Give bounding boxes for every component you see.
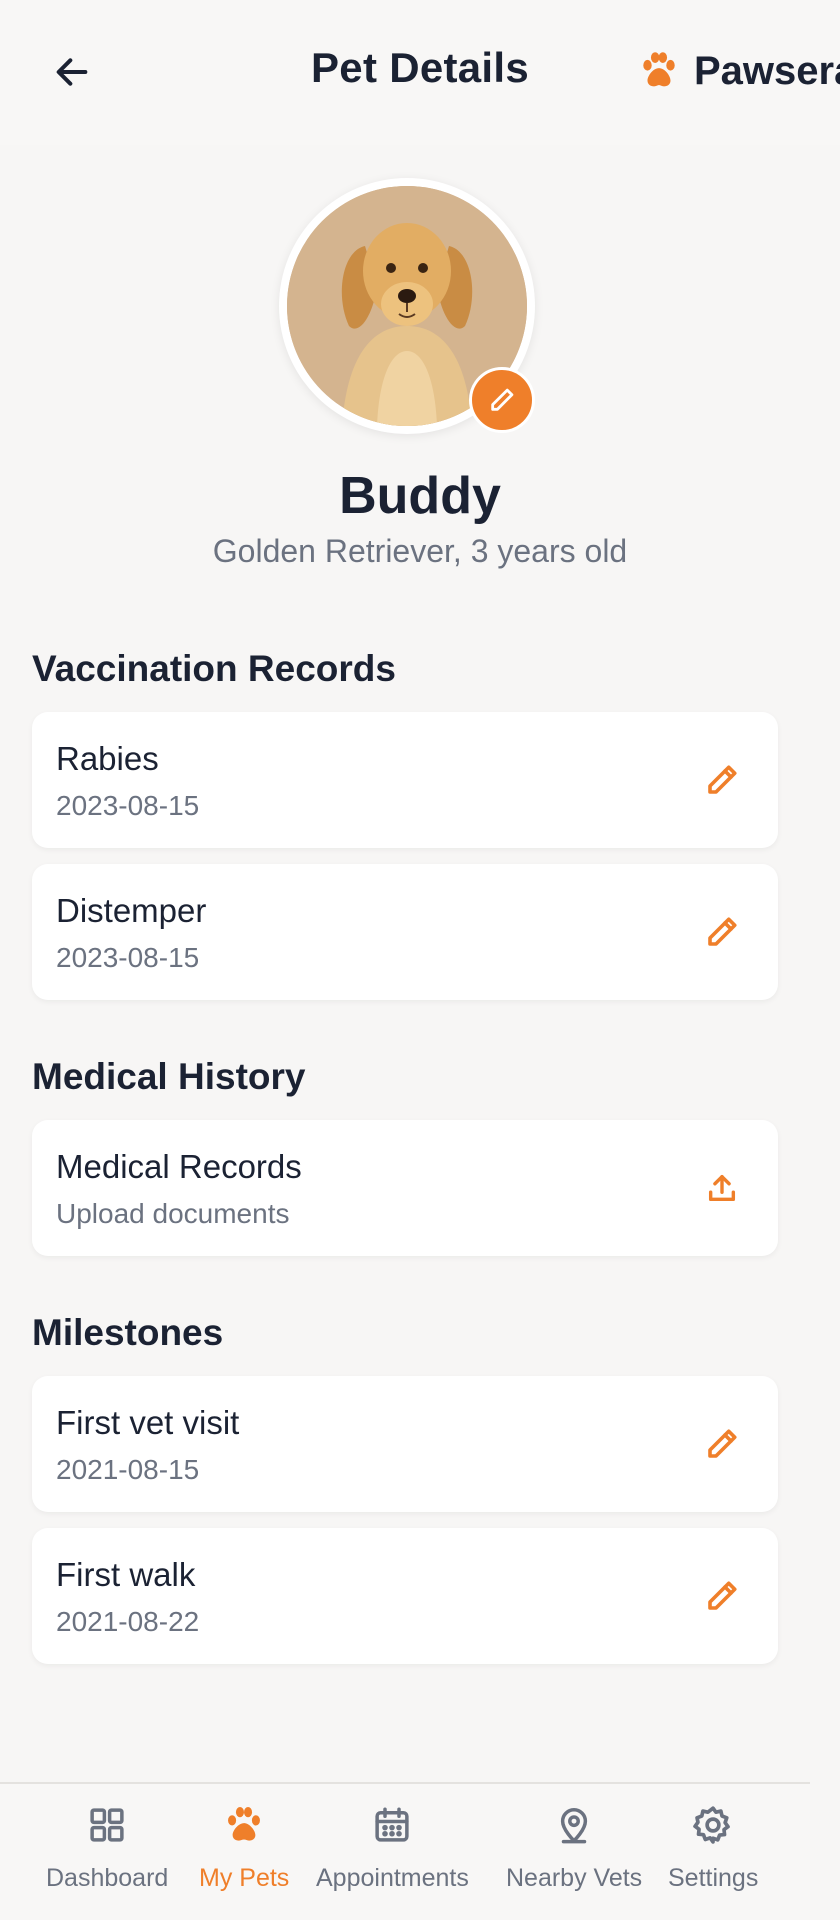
app-header: Pet Details Pawsera [0,0,840,145]
nav-item-my-pets[interactable]: My Pets [199,1802,289,1893]
upload-icon [708,1174,736,1202]
section-title-vaccination: Vaccination Records [32,648,396,689]
nav-item-dashboard[interactable]: Dashboard [46,1802,168,1893]
nav-item-nearby-vets[interactable]: Nearby Vets [506,1802,642,1893]
edit-button[interactable] [696,906,748,958]
edit-button[interactable] [696,1418,748,1470]
brand-logo: Pawsera [636,48,840,94]
calendar-icon [375,1807,410,1842]
nav-label: Appointments [316,1864,469,1892]
section-title-milestones: Milestones [32,1312,224,1353]
bottom-navigation: Dashboard My Pets Appointments Nearby Ve… [0,1782,810,1920]
nav-label: Dashboard [46,1864,169,1892]
pencil-icon [708,1429,737,1458]
pencil-icon [708,765,737,794]
vaccination-date: 2023-08-15 [56,790,200,821]
milestone-name: First walk [56,1556,196,1593]
vaccination-date: 2023-08-15 [56,942,200,973]
milestone-date: 2021-08-15 [56,1454,200,1485]
brand-name: Pawsera [694,48,840,93]
gear-icon [693,1806,731,1844]
paw-icon [643,52,675,87]
edit-button[interactable] [696,754,748,806]
nav-label: My Pets [199,1864,290,1892]
pencil-icon [708,917,737,946]
pencil-icon [491,388,514,411]
pencil-icon [708,1581,737,1610]
milestone-card-first-walk[interactable]: First walk 2021-08-22 [32,1528,778,1664]
grid-icon [90,1808,124,1842]
pet-breed-age: Golden Retriever, 3 years old [212,533,628,569]
nav-item-settings[interactable]: Settings [668,1802,758,1893]
vaccination-card-rabies[interactable]: Rabies 2023-08-15 [32,712,778,848]
section-title-medical: Medical History [32,1056,306,1097]
medical-records-card[interactable]: Medical Records Upload documents [32,1120,778,1256]
pet-name: Buddy [339,467,501,525]
paw-icon [228,1807,261,1841]
upload-button[interactable] [696,1162,748,1214]
nav-label: Nearby Vets [506,1864,643,1892]
vaccination-name: Distemper [56,892,207,929]
milestone-card-first-vet-visit[interactable]: First vet visit 2021-08-15 [32,1376,778,1512]
nav-item-appointments[interactable]: Appointments [316,1802,469,1893]
map-pin-icon [560,1808,588,1844]
vaccination-name: Rabies [56,740,159,777]
medical-records-subtitle: Upload documents [56,1198,290,1229]
milestone-name: First vet visit [56,1404,240,1441]
milestone-date: 2021-08-22 [56,1606,200,1637]
edit-photo-button[interactable] [469,367,535,433]
medical-records-title: Medical Records [56,1148,302,1185]
edit-button[interactable] [696,1570,748,1622]
nav-label: Settings [668,1864,759,1892]
vaccination-card-distemper[interactable]: Distemper 2023-08-15 [32,864,778,1000]
